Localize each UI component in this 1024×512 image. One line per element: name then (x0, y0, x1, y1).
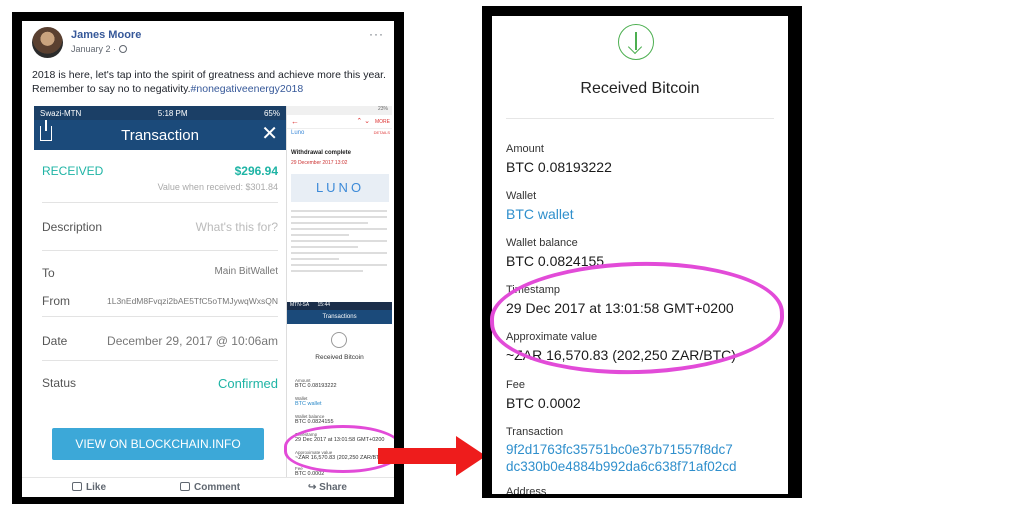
received-bitcoin-zoom: Received Bitcoin Amount BTC 0.08193222 W… (492, 16, 788, 494)
divider (42, 360, 278, 361)
transaction-hash-line1: 9f2d1763fc35751bc0e37b71557f8dc7 (506, 442, 733, 457)
post-text: 2018 is here, let's tap into the spirit … (32, 68, 392, 96)
share-button[interactable]: ↪ Share (308, 482, 347, 493)
description-row[interactable]: Description What's this for? (42, 220, 278, 234)
received-row: RECEIVED $296.94 (42, 164, 278, 178)
mini-title: Received Bitcoin (315, 354, 364, 361)
facebook-post-frame: James Moore January 2 · ··· 2018 is here… (12, 12, 404, 504)
post-date[interactable]: January 2 · (71, 44, 128, 54)
to-label: To (42, 266, 55, 280)
mini-time: 15:44 (317, 302, 331, 308)
received-bitcoin-title: Received Bitcoin (580, 80, 700, 97)
close-icon[interactable]: ✕ (261, 124, 278, 144)
date-label: Date (42, 334, 68, 348)
nav-arrows-icon[interactable]: ⌃ ⌄ (356, 117, 370, 125)
wallet-balance-label: Wallet balance (506, 237, 578, 249)
luno-logo: LUNO (315, 180, 365, 195)
post-date-text: January 2 · (71, 44, 117, 54)
share-label: Share (319, 482, 347, 493)
battery: 65% (263, 108, 280, 118)
from-address: 1L3nEdM8Fvqzi2bAE5TfC5oTMJywqWxsQN (106, 296, 278, 306)
download-icon (331, 332, 347, 348)
globe-icon (119, 45, 128, 53)
mini-carrier: MTN-SA (290, 302, 310, 308)
email-subject: Withdrawal complete (291, 150, 351, 156)
download-arrow-icon (618, 24, 654, 60)
email-toolbar: ← ⌃ ⌄ MORE (287, 115, 392, 129)
email-status-bar: 23% (287, 106, 392, 115)
status-label: Status (42, 376, 77, 390)
mini-balance-value: BTC 0.0824155 (295, 419, 334, 425)
transaction-navbar: Transaction ✕ (34, 120, 286, 150)
luno-email-screenshot: 23% ← ⌃ ⌄ MORE Luno DETAILS Withdrawal c… (286, 106, 392, 302)
carrier: Swazi-MTN (40, 108, 82, 118)
status-value: Confirmed (218, 376, 278, 391)
collage: James Moore January 2 · ··· 2018 is here… (0, 0, 1024, 512)
email-more-button[interactable]: MORE (375, 119, 390, 125)
mini-wallet-link[interactable]: BTC wallet (295, 401, 322, 407)
thumbs-up-icon (72, 482, 82, 491)
transaction-hash-line2: dc330b0e4884b992da6c638f71af02cd (506, 459, 737, 474)
mini-balance: Wallet balance BTC 0.0824155 (295, 414, 334, 425)
divider (42, 316, 278, 317)
red-arrow-icon (378, 436, 486, 476)
share-arrow-icon: ↪ (308, 482, 320, 493)
mini-transactions-bar[interactable]: Transactions (287, 310, 392, 324)
post-actions: Like Comment ↪ Share (22, 477, 394, 497)
email-body-lines (291, 210, 387, 276)
divider (42, 250, 278, 251)
divider (506, 118, 774, 119)
to-value: Main BitWallet (214, 266, 278, 277)
avatar[interactable] (32, 27, 63, 58)
amount-value: BTC 0.08193222 (506, 159, 612, 175)
comment-button[interactable]: Comment (180, 482, 240, 493)
view-on-blockchain-button[interactable]: VIEW ON BLOCKCHAIN.INFO (52, 428, 264, 460)
author-name[interactable]: James Moore (71, 29, 141, 41)
transaction-screenshot: Swazi-MTN 5:18 PM 65% Transaction ✕ RECE… (34, 106, 286, 476)
email-date: 29 December 2017 13:02 (291, 160, 348, 166)
wallet-label: Wallet (506, 190, 537, 202)
date-row: Date December 29, 2017 @ 10:06am (42, 334, 278, 348)
email-details-link[interactable]: DETAILS (374, 130, 390, 135)
value-when-received: Value when received: $301.84 (157, 182, 278, 192)
post-text-line1: 2018 is here, let's tap into the spirit … (32, 69, 386, 81)
from-row: From 1L3nEdM8Fvqzi2bAE5TfC5oTMJywqWxsQN (42, 294, 278, 308)
transaction-hash-link[interactable]: 9f2d1763fc35751bc0e37b71557f8dc7 dc330b0… (506, 441, 786, 475)
zoomed-panel-frame: Received Bitcoin Amount BTC 0.08193222 W… (482, 6, 802, 498)
divider (42, 202, 278, 203)
back-arrow-icon[interactable]: ← (291, 117, 299, 126)
comment-label: Comment (194, 482, 241, 493)
luno-logo-banner: LUNO (291, 174, 389, 202)
date-value: December 29, 2017 @ 10:06am (107, 334, 278, 348)
received-label: RECEIVED (42, 164, 104, 178)
amount-label: Amount (506, 143, 544, 155)
description-input[interactable]: What's this for? (196, 220, 278, 234)
mini-wallet: Wallet BTC wallet (295, 396, 322, 407)
status-row: Status Confirmed (42, 376, 278, 391)
hashtag-link[interactable]: #nonegativeenergy2018 (191, 83, 304, 95)
mini-amount-value: BTC 0.08193222 (295, 383, 337, 389)
from-label: From (42, 294, 70, 308)
mini-status-bar: MTN-SA 15:44 (287, 302, 392, 310)
transaction-title: Transaction (121, 127, 199, 144)
like-button[interactable]: Like (72, 482, 106, 493)
received-amount: $296.94 (234, 164, 278, 178)
comment-icon (180, 482, 190, 491)
to-row: To Main BitWallet (42, 266, 278, 280)
post-text-line2: Remember to say no to negativity. (32, 83, 191, 95)
more-options-icon[interactable]: ··· (369, 27, 384, 41)
like-label: Like (86, 482, 107, 493)
transaction-label: Transaction (506, 426, 564, 438)
email-sender: Luno (291, 130, 305, 136)
fee-value: BTC 0.0002 (506, 395, 581, 411)
facebook-post: James Moore January 2 · ··· 2018 is here… (22, 21, 394, 497)
post-header: James Moore January 2 · ··· (32, 27, 384, 61)
status-bar: Swazi-MTN 5:18 PM 65% (34, 106, 286, 120)
description-label: Description (42, 220, 103, 234)
status-time: 5:18 PM (157, 108, 188, 118)
fee-label: Fee (506, 379, 525, 391)
address-label: Address (506, 486, 547, 494)
wallet-link[interactable]: BTC wallet (506, 206, 574, 222)
mini-amount: Amount BTC 0.08193222 (295, 378, 337, 389)
